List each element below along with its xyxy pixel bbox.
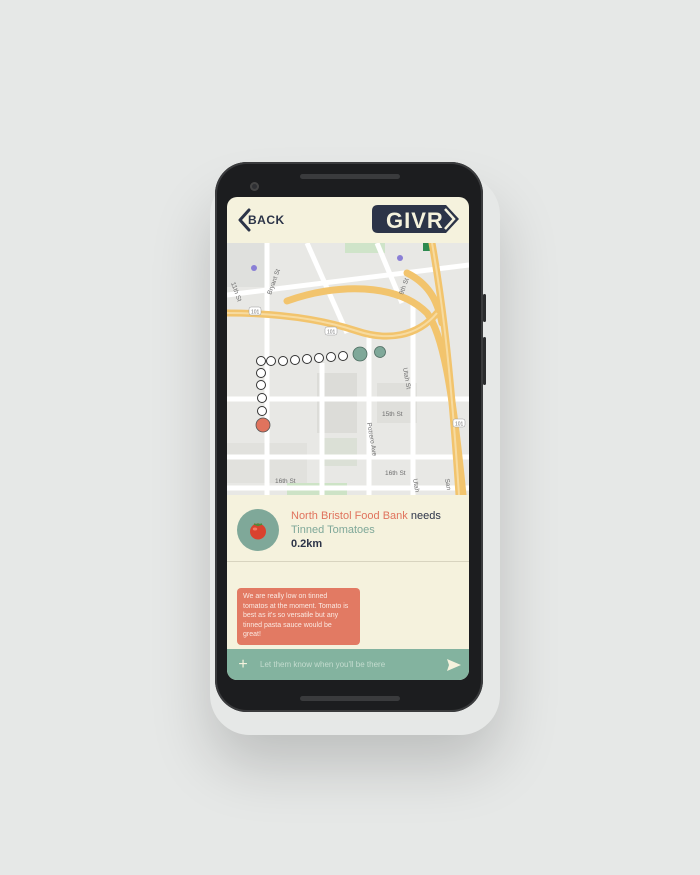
bottom-speaker	[300, 696, 400, 701]
back-label: BACK	[248, 213, 285, 227]
back-button[interactable]: BACK	[237, 207, 285, 233]
chat-message-bubble: We are really low on tinned tomatos at t…	[237, 588, 360, 645]
listing-card[interactable]: North Bristol Food Bank needs Tinned Tom…	[227, 495, 469, 562]
logo-text: GIVR	[386, 208, 444, 233]
route-dot	[256, 380, 266, 390]
route-dot	[314, 353, 324, 363]
distance-value: 0.2km	[291, 538, 323, 550]
message-input[interactable]	[256, 660, 439, 669]
app-screen: BACK GIVR 101 101 101 11th St Bryant St …	[227, 197, 469, 680]
message-composer: +	[227, 649, 469, 680]
power-button	[483, 294, 486, 322]
organization-name[interactable]: North Bristol Food Bank	[291, 510, 408, 522]
route-dot	[290, 355, 300, 365]
route-dot	[257, 393, 267, 403]
route-dot	[256, 368, 266, 378]
needs-label: needs	[410, 510, 441, 522]
phone-frame: BACK GIVR 101 101 101 11th St Bryant St …	[215, 162, 486, 712]
route-dot	[257, 406, 267, 416]
route-dot	[266, 356, 276, 366]
route-map[interactable]: 101 101 101 11th St Bryant St 9th St 15t…	[227, 243, 469, 495]
start-marker	[374, 346, 386, 358]
route-dot	[278, 356, 288, 366]
app-header: BACK GIVR	[227, 197, 469, 243]
item-icon-badge	[237, 509, 279, 551]
route-dot	[256, 356, 266, 366]
route-dot	[326, 352, 336, 362]
current-location-marker	[352, 346, 368, 362]
tomato-icon	[250, 523, 266, 540]
earpiece-speaker	[300, 174, 400, 179]
send-icon	[447, 658, 461, 671]
front-camera	[250, 182, 259, 191]
route-dot	[302, 354, 312, 364]
volume-button	[483, 337, 486, 385]
needed-item: Tinned Tomatoes	[291, 524, 375, 536]
givr-logo: GIVR	[372, 205, 460, 233]
destination-marker	[255, 417, 271, 433]
plus-icon[interactable]: +	[230, 656, 256, 674]
route-dot	[338, 351, 348, 361]
send-button[interactable]	[439, 649, 469, 680]
listing-details: North Bristol Food Bank needs Tinned Tom…	[291, 509, 441, 551]
